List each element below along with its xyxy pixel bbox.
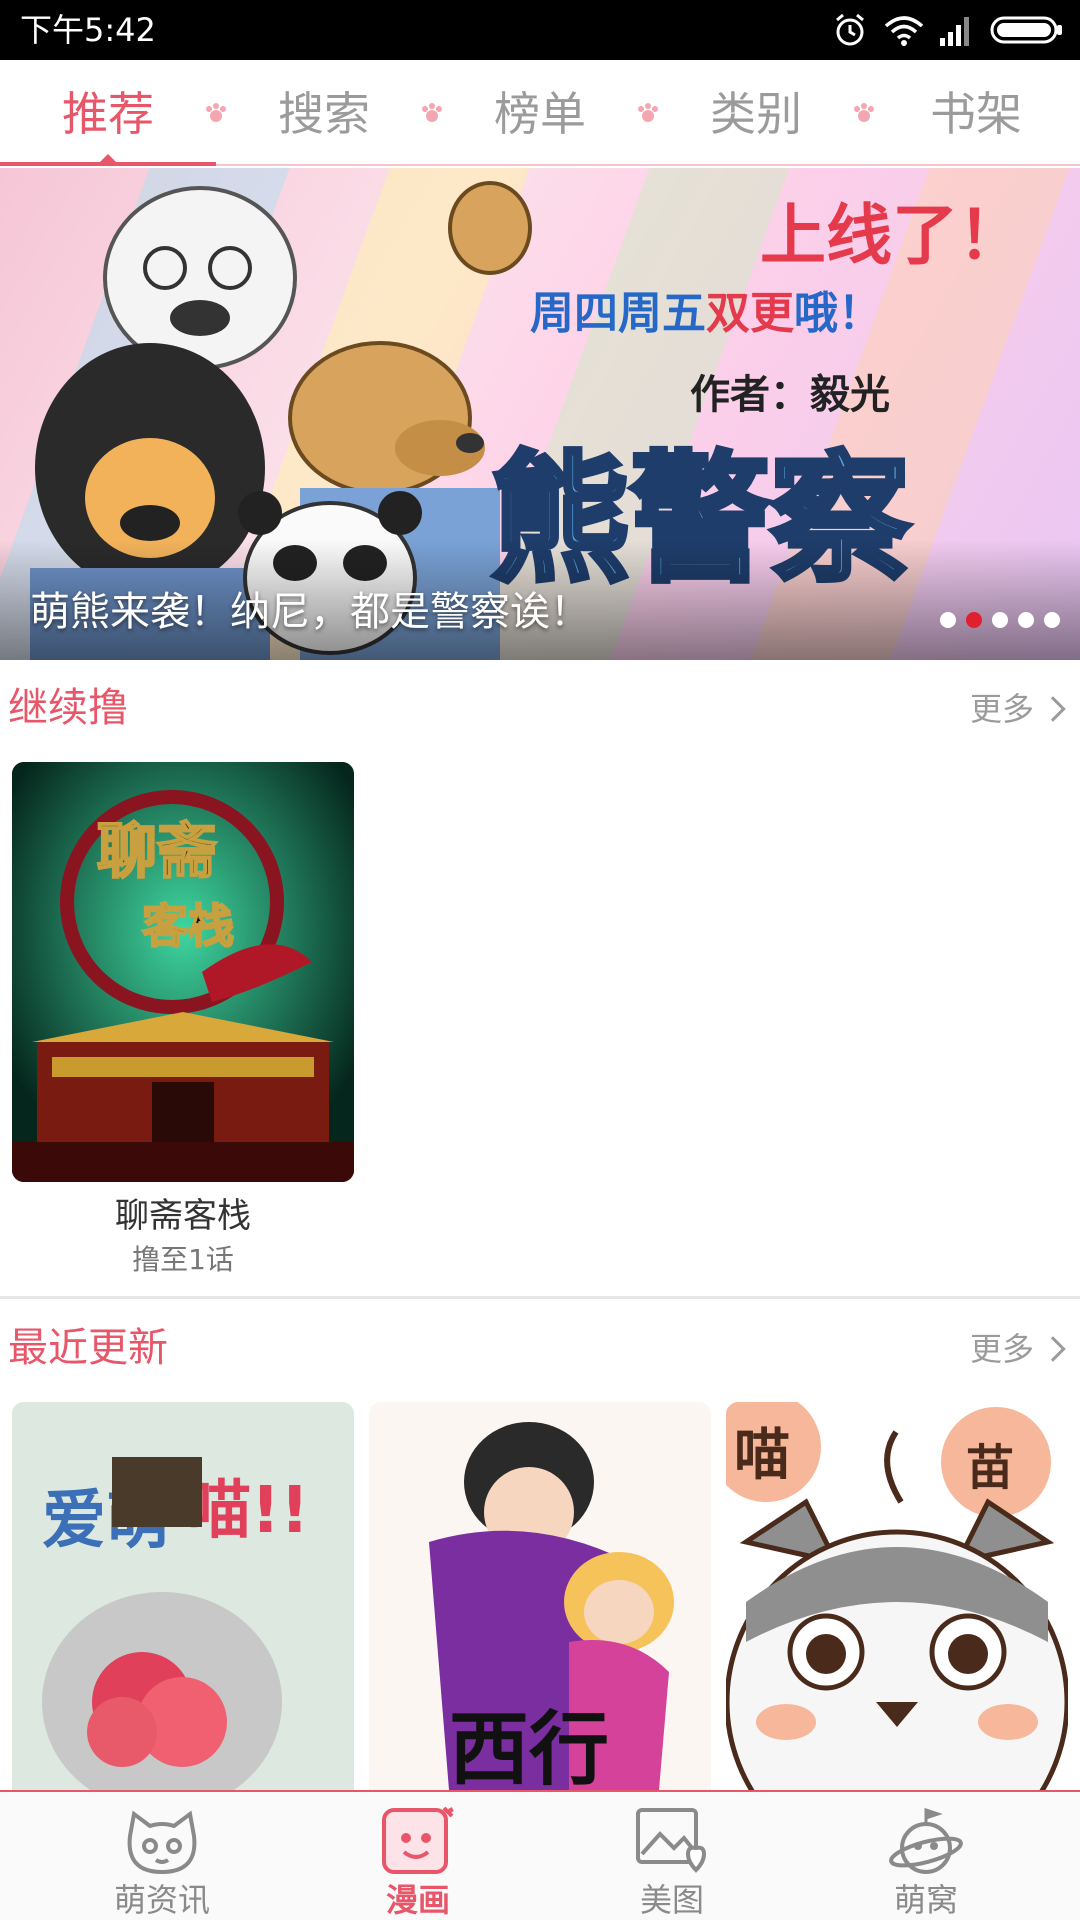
comic-face-icon — [382, 1806, 454, 1874]
carousel-dot[interactable] — [1018, 612, 1034, 628]
paw-separator-icon — [206, 103, 226, 122]
nav-label: 美图 — [639, 1881, 704, 1919]
banner-headline-text: 上线了！ — [760, 197, 1024, 274]
comic-cover-liaozhai: 聊斋 客栈 — [12, 762, 354, 1182]
nav-label: 漫画 — [385, 1881, 450, 1919]
section-title-continue: 继续撸 — [8, 685, 128, 731]
chevron-right-icon — [1040, 1336, 1066, 1362]
alarm-icon — [836, 13, 864, 46]
comic-card-meow-miao[interactable]: 喵 苗 — [726, 1402, 1068, 1790]
comic-card-journey-west[interactable]: 西行 — [369, 1402, 711, 1790]
signal-icon — [940, 17, 969, 46]
comic-progress: 撸至1话 — [132, 1243, 234, 1276]
svg-text:喵: 喵 — [734, 1423, 790, 1488]
active-tab-indicator — [0, 162, 216, 166]
banner-caption: 萌熊来袭！纳尼，都是警察诶！ — [30, 589, 590, 635]
battery-icon — [990, 16, 1062, 44]
nav-item-nest[interactable]: 萌窝 — [826, 1800, 1026, 1919]
comic-cover-meow-miao: 喵 苗 — [726, 1402, 1068, 1790]
comic-cover-journey-west: 西行 — [369, 1402, 711, 1790]
cat-face-icon — [127, 1810, 197, 1875]
active-tab-notch — [100, 154, 116, 162]
paw-separator-icon — [854, 103, 874, 122]
chevron-right-icon — [1040, 696, 1066, 722]
comic-card-liaozhai[interactable]: 聊斋 客栈 — [12, 762, 354, 1182]
nav-item-comics[interactable]: 漫画 — [318, 1800, 518, 1919]
nav-item-news[interactable]: 萌资讯 — [62, 1800, 262, 1919]
section-title-recent: 最近更新 — [8, 1325, 168, 1371]
banner-schedule-text: 周四周五双更哦！ — [530, 288, 882, 339]
carousel-dot[interactable] — [992, 612, 1008, 628]
banner-carousel[interactable]: 上线了！ 周四周五双更哦！ 作者：毅光 熊警察 萌熊来袭！纳尼，都是警察诶！ — [0, 168, 1080, 660]
carousel-dot-active[interactable] — [966, 612, 982, 628]
status-bar: 下午5:42 — [0, 0, 1080, 60]
paw-separator-icon — [638, 103, 658, 122]
more-label: 更多 — [969, 1330, 1034, 1368]
tab-ranking[interactable]: 榜单 — [460, 84, 620, 144]
more-link-continue[interactable]: 更多 — [969, 684, 1066, 734]
svg-text:喵!!: 喵!! — [187, 1474, 309, 1548]
svg-text:苗: 苗 — [966, 1440, 1014, 1496]
more-link-recent[interactable]: 更多 — [969, 1324, 1066, 1374]
comic-cover-love-meow: 爱萌 喵!! — [12, 1402, 354, 1790]
svg-text:聊斋: 聊斋 — [97, 817, 217, 887]
tab-recommend[interactable]: 推荐 — [28, 84, 188, 144]
carousel-dot[interactable] — [940, 612, 956, 628]
nav-label: 萌窝 — [893, 1881, 958, 1919]
svg-text:西行: 西行 — [449, 1702, 609, 1790]
wifi-icon — [884, 16, 924, 46]
section-divider — [0, 1296, 1080, 1299]
tab-search[interactable]: 搜索 — [244, 84, 404, 144]
picture-heart-icon — [636, 1808, 707, 1873]
carousel-dot[interactable] — [1044, 612, 1060, 628]
nav-label: 萌资讯 — [113, 1881, 210, 1919]
more-label: 更多 — [969, 690, 1034, 728]
comic-card-love-meow[interactable]: 爱萌 喵!! — [12, 1402, 354, 1790]
comic-title: 聊斋客栈 — [115, 1196, 251, 1236]
tab-category[interactable]: 类别 — [676, 84, 836, 144]
status-time: 下午5:42 — [20, 11, 156, 49]
bottom-navigation: 萌资讯 漫画 美图 萌窝 — [0, 1790, 1080, 1920]
carousel-indicator — [940, 612, 1060, 628]
tab-bookshelf[interactable]: 书架 — [896, 84, 1056, 144]
banner-author-text: 作者：毅光 — [690, 372, 890, 418]
top-tab-bar: 推荐 搜索 榜单 类别 书架 — [0, 60, 1080, 166]
paw-separator-icon — [422, 103, 442, 122]
planet-icon — [889, 1807, 963, 1874]
svg-text:客栈: 客栈 — [142, 899, 234, 953]
nav-item-pictures[interactable]: 美图 — [572, 1800, 772, 1919]
